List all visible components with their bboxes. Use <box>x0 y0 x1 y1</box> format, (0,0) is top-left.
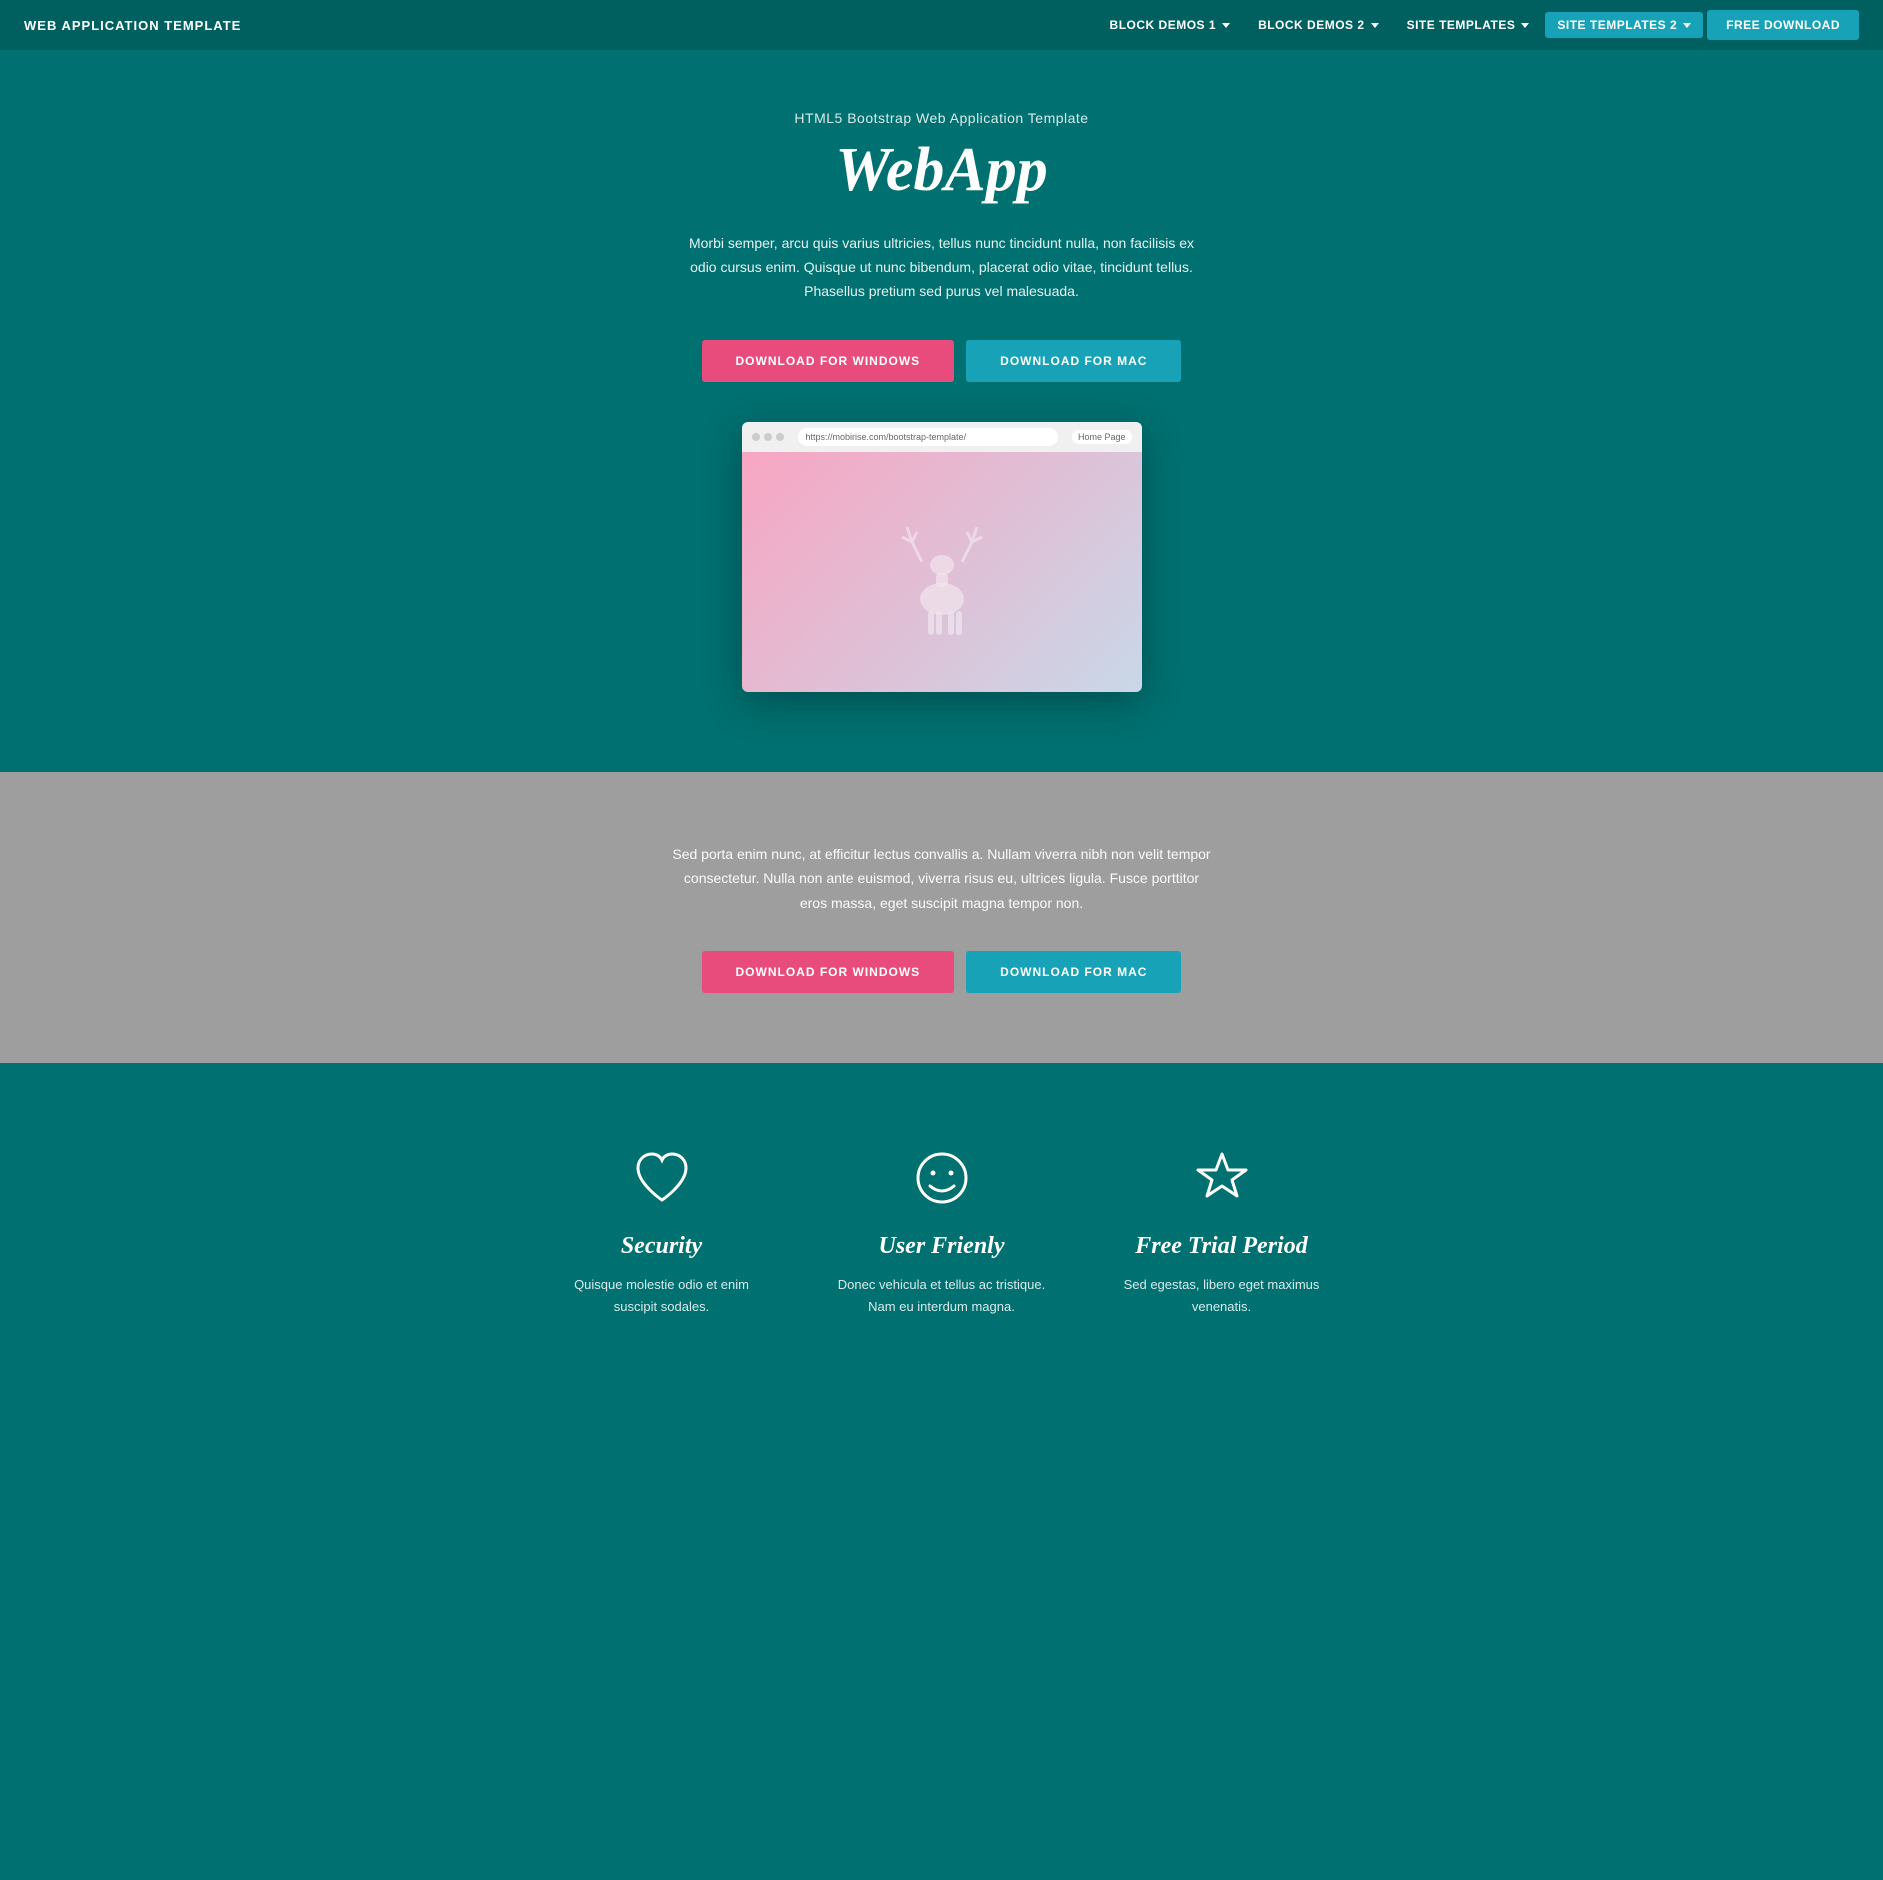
free-trial-desc: Sed egestas, libero eget maximus venenat… <box>1112 1274 1332 1317</box>
download-windows-button-hero[interactable]: DOWNLOAD FOR WINDOWS <box>702 340 955 382</box>
free-download-button[interactable]: FREE DOWNLOAD <box>1707 10 1859 40</box>
download-windows-button-gray[interactable]: DOWNLOAD FOR WINDOWS <box>702 951 955 993</box>
user-friendly-title: User Frienly <box>832 1233 1052 1260</box>
chevron-down-icon <box>1683 23 1691 28</box>
free-trial-title: Free Trial Period <box>1112 1233 1332 1260</box>
nav-menu: BLOCK DEMOS 1 BLOCK DEMOS 2 SITE TEMPLAT… <box>1098 10 1859 40</box>
smiley-icon <box>910 1146 974 1210</box>
chevron-down-icon <box>1371 23 1379 28</box>
gray-description: Sed porta enim nunc, at efficitur lectus… <box>672 842 1212 916</box>
browser-url-bar: https://mobirise.com/bootstrap-template/ <box>798 428 1058 446</box>
deer-icon <box>892 507 992 637</box>
dot-green <box>776 433 784 441</box>
feature-security: Security Quisque molestie odio et enim s… <box>552 1143 772 1317</box>
heart-icon <box>630 1146 694 1210</box>
dot-yellow <box>764 433 772 441</box>
hero-title: WebApp <box>20 136 1863 204</box>
browser-content <box>742 452 1142 692</box>
browser-dots <box>752 433 784 441</box>
free-trial-icon-container <box>1187 1143 1257 1213</box>
download-mac-button-hero[interactable]: DOWNLOAD FOR MAC <box>966 340 1181 382</box>
download-mac-button-gray[interactable]: DOWNLOAD FOR MAC <box>966 951 1181 993</box>
feature-user-friendly: User Frienly Donec vehicula et tellus ac… <box>832 1143 1052 1317</box>
feature-free-trial: Free Trial Period Sed egestas, libero eg… <box>1112 1143 1332 1317</box>
nav-block-demos-2[interactable]: BLOCK DEMOS 2 <box>1246 12 1391 38</box>
security-icon-container <box>627 1143 697 1213</box>
hero-description: Morbi semper, arcu quis varius ultricies… <box>682 232 1202 303</box>
chevron-down-icon <box>1222 23 1230 28</box>
hero-buttons: DOWNLOAD FOR WINDOWS DOWNLOAD FOR MAC <box>20 340 1863 382</box>
features-grid: Security Quisque molestie odio et enim s… <box>492 1143 1392 1317</box>
browser-mockup: https://mobirise.com/bootstrap-template/… <box>742 422 1142 692</box>
browser-bar: https://mobirise.com/bootstrap-template/… <box>742 422 1142 452</box>
brand-logo: WEB APPLICATION TEMPLATE <box>24 18 241 33</box>
security-title: Security <box>552 1233 772 1260</box>
gray-buttons: DOWNLOAD FOR WINDOWS DOWNLOAD FOR MAC <box>20 951 1863 993</box>
gray-section: Sed porta enim nunc, at efficitur lectus… <box>0 772 1883 1064</box>
hero-subtitle: HTML5 Bootstrap Web Application Template <box>20 110 1863 126</box>
nav-site-templates-2[interactable]: SITE TEMPLATES 2 <box>1545 12 1703 38</box>
star-icon <box>1190 1146 1254 1210</box>
navbar: WEB APPLICATION TEMPLATE BLOCK DEMOS 1 B… <box>0 0 1883 50</box>
chevron-down-icon <box>1521 23 1529 28</box>
hero-section: HTML5 Bootstrap Web Application Template… <box>0 50 1883 772</box>
nav-block-demos-1[interactable]: BLOCK DEMOS 1 <box>1098 12 1243 38</box>
browser-home-label: Home Page <box>1072 430 1132 444</box>
dot-red <box>752 433 760 441</box>
features-section: Security Quisque molestie odio et enim s… <box>0 1063 1883 1417</box>
user-friendly-desc: Donec vehicula et tellus ac tristique. N… <box>832 1274 1052 1317</box>
security-desc: Quisque molestie odio et enim suscipit s… <box>552 1274 772 1317</box>
user-friendly-icon-container <box>907 1143 977 1213</box>
nav-site-templates[interactable]: SITE TEMPLATES <box>1395 12 1542 38</box>
